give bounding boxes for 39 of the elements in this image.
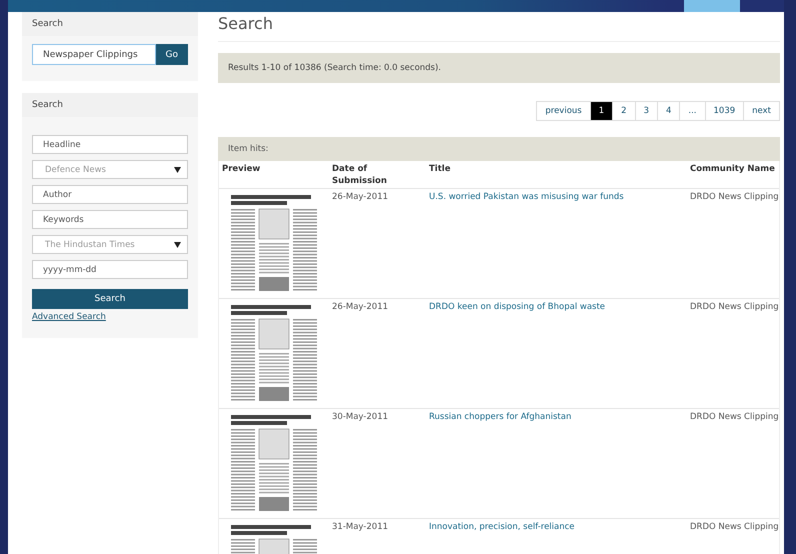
- page-title: Search: [218, 12, 780, 42]
- community-cell-text: DRDO News Clipping: [689, 411, 779, 424]
- panel-heading: Search: [22, 12, 198, 36]
- page-link[interactable]: 4: [656, 101, 680, 121]
- title-link[interactable]: Innovation, precision, self-reliance: [426, 519, 687, 554]
- page-link[interactable]: next: [743, 101, 780, 121]
- page-link[interactable]: ...: [679, 101, 706, 121]
- search-button[interactable]: Search: [32, 289, 188, 309]
- input-field[interactable]: Headline: [32, 135, 188, 154]
- search-field[interactable]: Newspaper Clippings: [32, 44, 156, 65]
- date-cell-text: 26-May-2011: [331, 191, 390, 204]
- results-summary: Results 1-10 of 10386 (Search time: 0.0 seconds).: [218, 53, 780, 83]
- column-header: Community Name: [689, 163, 776, 176]
- community-cell-text: DRDO News Clipping: [689, 521, 779, 534]
- input-field[interactable]: Keywords: [32, 210, 188, 229]
- page-link[interactable]: 3: [634, 101, 658, 121]
- column-header: Title: [428, 163, 452, 176]
- column-header: Date of Submission: [331, 163, 388, 188]
- page-link[interactable]: 1: [590, 101, 614, 121]
- page-link[interactable]: 2: [612, 101, 636, 121]
- title-link[interactable]: DRDO keen on disposing of Bhopal waste: [426, 299, 687, 408]
- date-cell-text: 30-May-2011: [331, 411, 390, 424]
- page-link[interactable]: previous: [536, 101, 591, 121]
- date-cell-text: 26-May-2011: [331, 301, 390, 314]
- caret-icon: [174, 242, 181, 248]
- community-cell-text: DRDO News Clipping: [689, 191, 779, 204]
- page-link[interactable]: 1039: [704, 101, 744, 121]
- go-button[interactable]: Go: [156, 44, 188, 65]
- panel-heading: Search: [22, 93, 198, 117]
- caret-icon: [174, 166, 181, 172]
- input-field[interactable]: Author: [32, 185, 188, 204]
- community-cell-text: DRDO News Clipping: [689, 301, 779, 314]
- date-cell-text: 31-May-2011: [331, 521, 390, 534]
- advanced-search-link[interactable]: Advanced Search: [32, 312, 106, 322]
- title-link[interactable]: U.S. worried Pakistan was misusing war funds: [426, 189, 687, 298]
- column-header: Preview: [221, 163, 262, 176]
- title-link[interactable]: Russian choppers for Afghanistan: [426, 409, 687, 518]
- input-field[interactable]: yyyy-mm-dd: [32, 260, 188, 279]
- hits-heading: Item hits:: [218, 137, 780, 161]
